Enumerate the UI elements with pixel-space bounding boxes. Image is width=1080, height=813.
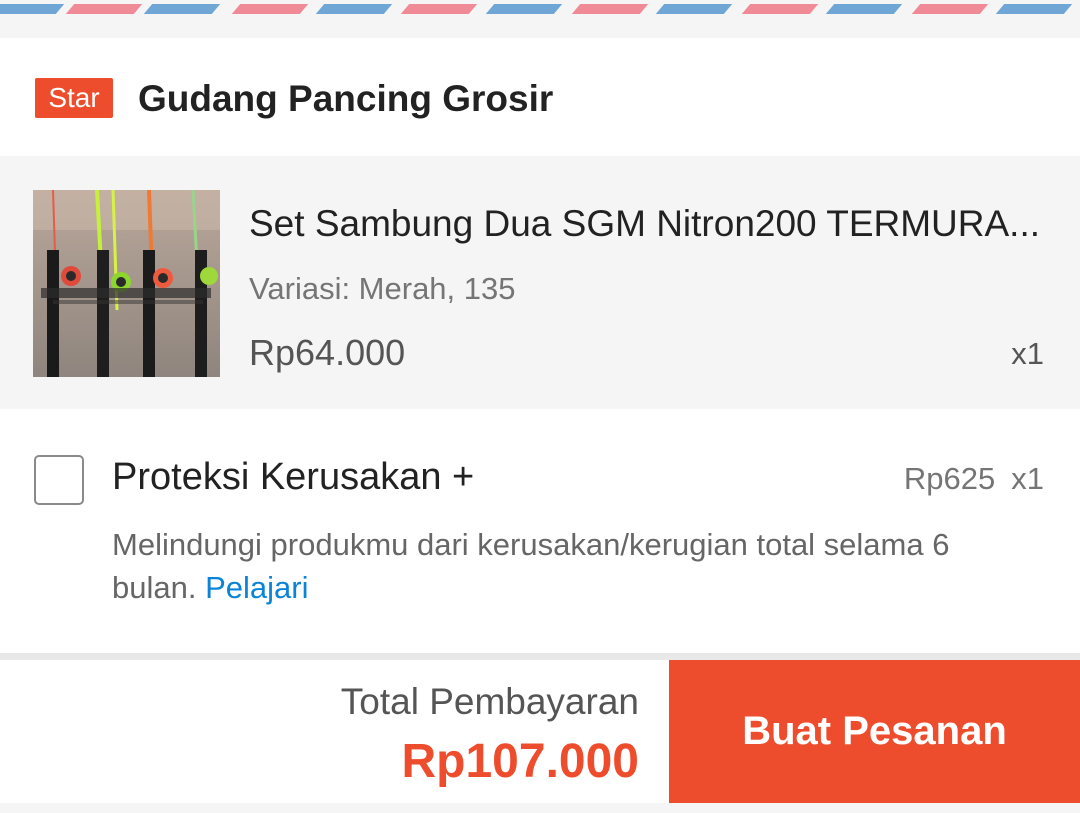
- product-price: Rp64.000: [249, 332, 406, 373]
- shop-name[interactable]: Gudang Pancing Grosir: [138, 76, 553, 122]
- stripe-segment: [143, 4, 221, 14]
- stripe-segment: [0, 4, 65, 14]
- star-seller-badge: Star: [35, 78, 113, 118]
- product-quantity: x1: [1011, 336, 1044, 371]
- stripe-segment: [315, 4, 393, 14]
- section-divider: [0, 653, 1080, 660]
- stripe-segment: [231, 4, 309, 14]
- fishing-rods-product-photo-icon: [33, 190, 220, 377]
- protection-price: Rp625: [903, 461, 996, 496]
- stripe-segment: [655, 4, 733, 14]
- protection-title[interactable]: Proteksi Kerusakan +: [112, 455, 474, 499]
- place-order-button[interactable]: Buat Pesanan: [669, 660, 1080, 803]
- address-envelope-stripe: [0, 0, 1080, 16]
- total-payment-label: Total Pembayaran: [340, 681, 639, 722]
- product-item[interactable]: Set Sambung Dua SGM Nitron200 TERMURA...…: [0, 156, 1080, 409]
- protection-quantity: x1: [1011, 461, 1044, 496]
- stripe-segment: [741, 4, 819, 14]
- protection-checkbox[interactable]: [34, 455, 84, 505]
- total-payment-amount: Rp107.000: [401, 735, 640, 788]
- stripe-segment: [911, 4, 989, 14]
- product-name[interactable]: Set Sambung Dua SGM Nitron200 TERMURA...: [249, 202, 1049, 246]
- shop-header[interactable]: Star Gudang Pancing Grosir: [0, 38, 1080, 156]
- damage-protection-option: Proteksi Kerusakan + Rp625 x1 Melindungi …: [0, 409, 1080, 653]
- stripe-segment: [485, 4, 563, 14]
- checkout-footer: Total Pembayaran Rp107.000 Buat Pesanan: [0, 660, 1080, 803]
- product-image[interactable]: [33, 190, 220, 377]
- product-variation: Variasi: Merah, 135: [249, 271, 516, 306]
- stripe-segment: [65, 4, 143, 14]
- bottom-strip: [0, 803, 1080, 813]
- stripe-segment: [400, 4, 478, 14]
- protection-price-quantity: Rp625 x1: [904, 459, 1044, 499]
- stripe-segment: [571, 4, 649, 14]
- stripe-segment: [995, 4, 1073, 14]
- protection-description: Melindungi produkmu dari kerusakan/kerug…: [112, 523, 1042, 609]
- learn-more-link[interactable]: Pelajari: [205, 570, 308, 605]
- stripe-segment: [825, 4, 903, 14]
